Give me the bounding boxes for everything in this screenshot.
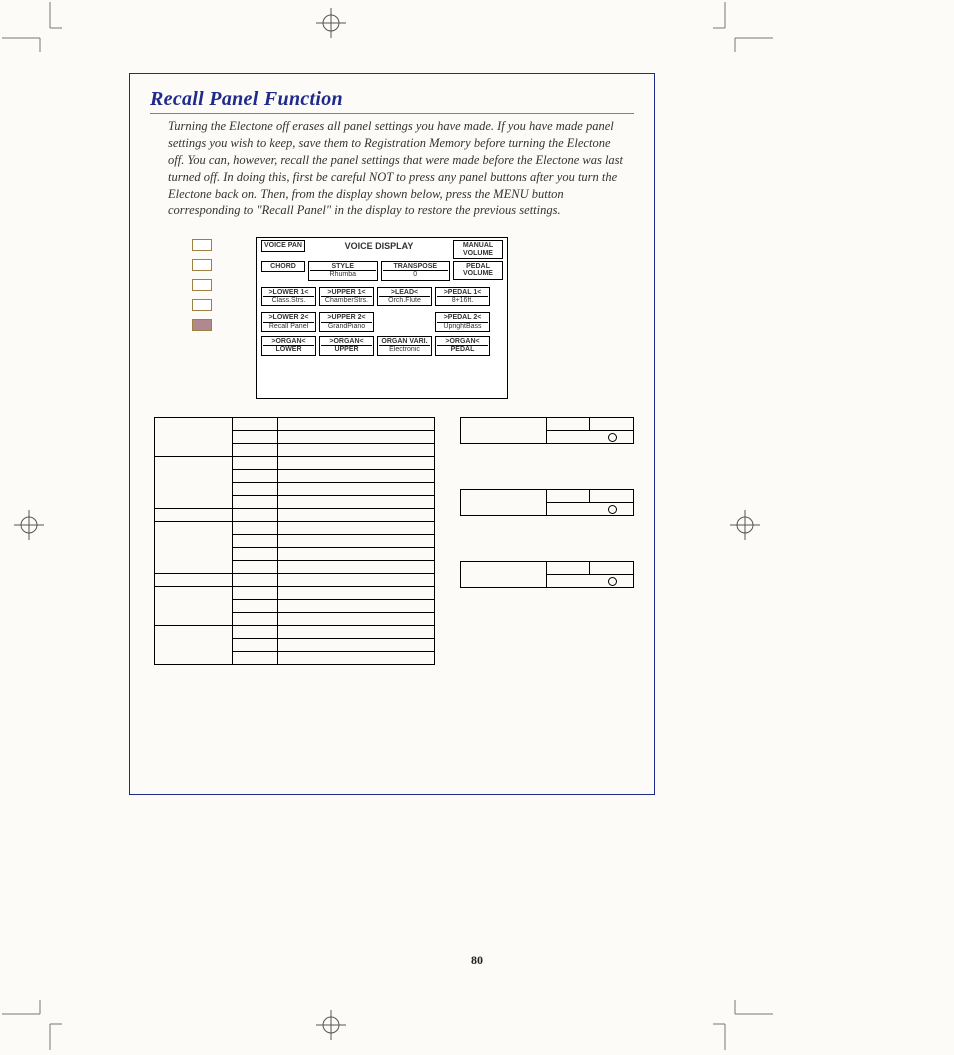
lcd-chord: CHORD	[261, 261, 305, 272]
radio-marker	[608, 433, 617, 442]
lcd-lower1: >LOWER 1<Class.Strs.	[261, 287, 316, 307]
tables-area	[150, 417, 634, 727]
lcd-voice-pan: VOICE PAN	[261, 240, 305, 251]
swatch	[192, 239, 212, 251]
lcd-organ-upper: >ORGAN<UPPER	[319, 336, 374, 356]
page-number: 80	[0, 953, 954, 968]
swatch-highlighted	[192, 319, 212, 331]
lcd-manual-volume: MANUAL VOLUME	[453, 240, 503, 259]
lcd-organ-lower: >ORGAN<LOWER	[261, 336, 316, 356]
swatch	[192, 259, 212, 271]
settings-table-r1	[460, 417, 634, 444]
lcd-lower2: >LOWER 2< Recall Panel	[261, 312, 316, 332]
lcd-organ-pedal: >ORGAN<PEDAL	[435, 336, 490, 356]
settings-table-left	[154, 417, 435, 665]
section-title: Recall Panel Function	[150, 88, 634, 114]
lcd-style: STYLE Rhumba	[308, 261, 378, 281]
radio-marker	[608, 505, 617, 514]
settings-table-r3	[460, 561, 634, 588]
content-frame: Recall Panel Function Turning the Electo…	[129, 73, 655, 795]
lcd-organ-vari: ORGAN VARI.Electronic	[377, 336, 432, 356]
body-paragraph: Turning the Electone off erases all pane…	[168, 118, 628, 219]
lcd-upper2: >UPPER 2<GrandPiano	[319, 312, 374, 332]
lcd-lead: >LEAD<Orch.Flute	[377, 287, 432, 307]
radio-marker	[608, 577, 617, 586]
lcd-transpose: TRANSPOSE 0	[381, 261, 451, 281]
lcd-pedal2: >PEDAL 2<UprightBass	[435, 312, 490, 332]
swatch	[192, 299, 212, 311]
legend-swatches	[192, 239, 212, 339]
lcd-title: VOICE DISPLAY	[308, 240, 450, 252]
swatch	[192, 279, 212, 291]
lcd-pedal-volume: PEDAL VOLUME	[453, 261, 503, 280]
lcd-upper1: >UPPER 1<ChamberStrs.	[319, 287, 374, 307]
lcd-pedal1: >PEDAL 1<8+16ft.	[435, 287, 490, 307]
settings-table-r2	[460, 489, 634, 516]
display-area: VOICE PAN VOICE DISPLAY MANUAL VOLUME CH…	[150, 237, 634, 407]
lcd-panel: VOICE PAN VOICE DISPLAY MANUAL VOLUME CH…	[256, 237, 508, 399]
